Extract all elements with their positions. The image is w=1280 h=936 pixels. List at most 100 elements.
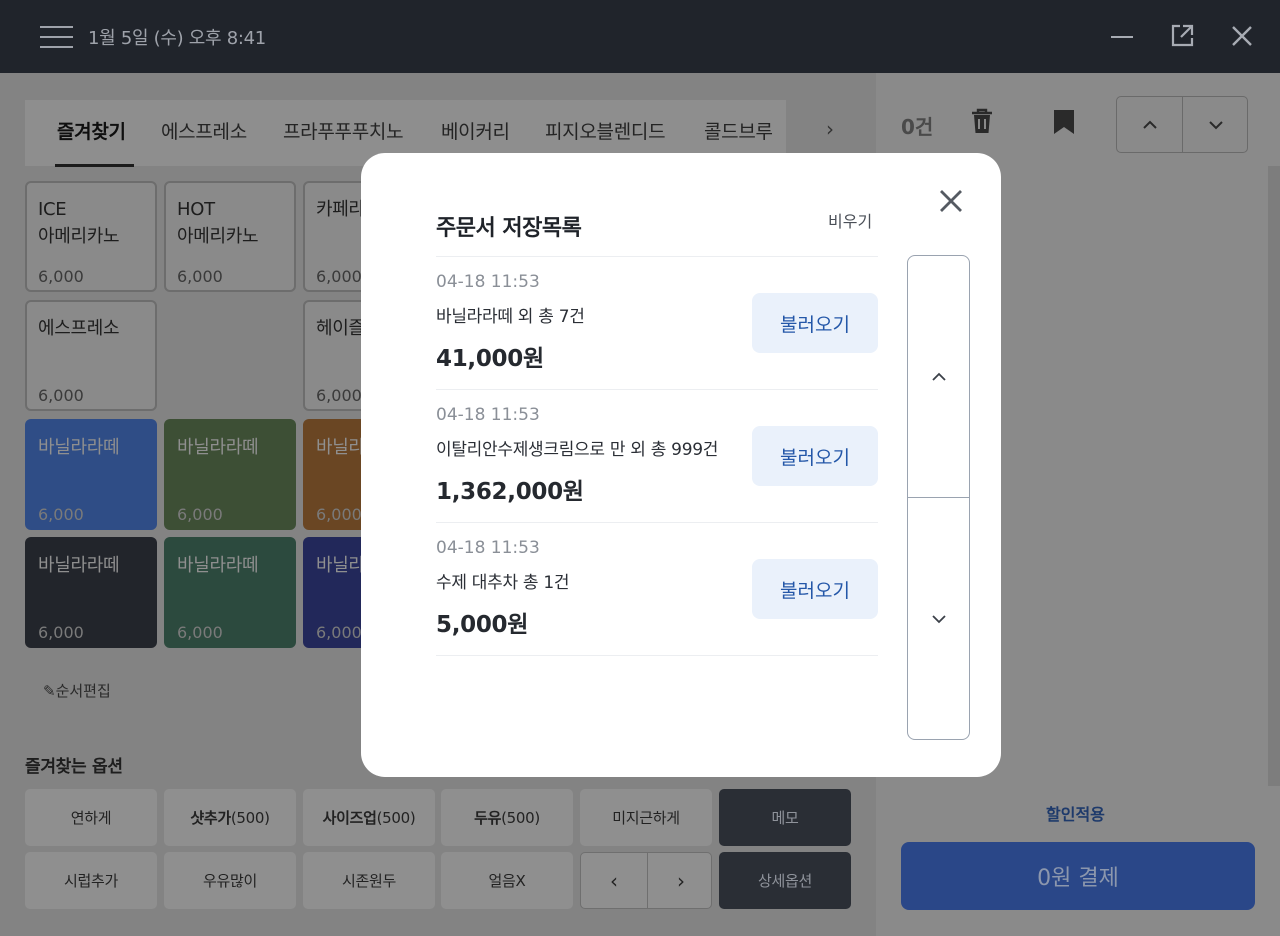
option-label: 두유 (474, 809, 502, 827)
menu-tile-name: 카페라 (316, 199, 365, 220)
order-amount: 41,000원 (436, 346, 544, 372)
pencil-icon: ✎ (43, 682, 56, 700)
menu-tile[interactable]: 바닐라라떼 6,000 (164, 537, 296, 648)
option-prev-icon[interactable]: ‹ (581, 853, 647, 908)
saved-order-item: 04-18 11:53 이탈리안수제생크림으로 만 외 총 999건 1,362… (436, 389, 878, 522)
menu-tile-price: 6,000 (316, 505, 362, 524)
cart-scroll-buttons (1116, 96, 1248, 153)
menu-tile-price: 6,000 (38, 386, 84, 405)
tab-bakery[interactable]: 베이커리 (441, 117, 510, 144)
menu-tile-name: 바닐라 (316, 555, 365, 576)
option-button[interactable]: 연하게 (25, 789, 157, 846)
menu-tile-price: 6,000 (38, 505, 84, 524)
menu-tile-price: 6,000 (38, 267, 84, 286)
tab-espresso[interactable]: 에스프레소 (161, 117, 247, 144)
order-time: 04-18 11:53 (436, 538, 540, 558)
option-button[interactable]: 샷추가 (500) (164, 789, 296, 846)
pay-button[interactable]: 0원 결제 (901, 842, 1255, 910)
list-divider (436, 655, 878, 656)
option-label: 미지근하게 (612, 809, 680, 827)
menu-tile-price: 6,000 (316, 386, 362, 405)
detail-options-button[interactable]: 상세옵션 (719, 852, 851, 909)
order-amount: 5,000원 (436, 612, 529, 638)
order-description: 이탈리안수제생크림으로 만 외 총 999건 (436, 440, 719, 460)
trash-icon[interactable] (969, 107, 995, 139)
chevron-up-icon[interactable] (1117, 97, 1183, 152)
memo-button[interactable]: 메모 (719, 789, 851, 846)
option-label: 시럽추가 (63, 872, 118, 890)
option-label: 연하게 (70, 809, 112, 827)
cart-scrollbar[interactable] (1268, 166, 1280, 786)
menu-tile-price: 6,000 (316, 267, 362, 286)
tab-frappuccino[interactable]: 프라푸푸푸치노 (283, 117, 404, 144)
option-label: 시존원두 (341, 872, 396, 890)
menu-tile[interactable]: ICE 아메리카노 6,000 (25, 181, 157, 292)
load-order-button[interactable]: 불러오기 (752, 559, 878, 619)
order-amount: 1,362,000원 (436, 479, 584, 505)
menu-tile-price: 6,000 (38, 623, 84, 642)
option-button[interactable]: 시럽추가 (25, 852, 157, 909)
order-description: 수제 대추차 총 1건 (436, 573, 570, 593)
option-button[interactable]: 미지근하게 (580, 789, 712, 846)
apply-discount-link[interactable]: 할인적용 (1046, 801, 1105, 825)
close-icon[interactable] (936, 186, 966, 216)
load-order-button[interactable]: 불러오기 (752, 426, 878, 486)
menu-tile-price: 6,000 (177, 267, 223, 286)
menu-tile[interactable]: HOT 아메리카노 6,000 (164, 181, 296, 292)
menu-tile[interactable]: 바닐라라떼 6,000 (25, 537, 157, 648)
option-button[interactable]: 두유 (500) (441, 789, 573, 846)
tab-cold-brew[interactable]: 콜드브루 (704, 117, 773, 144)
option-label: 사이즈업 (322, 809, 377, 827)
option-button[interactable]: 사이즈업 (500) (303, 789, 435, 846)
active-tab-indicator (55, 164, 134, 167)
hamburger-menu-icon[interactable] (40, 26, 73, 48)
order-time: 04-18 11:53 (436, 405, 540, 425)
menu-tile[interactable]: 에스프레소 6,000 (25, 300, 157, 411)
scroll-up-icon[interactable] (908, 256, 969, 497)
window-close-icon[interactable] (1228, 22, 1256, 50)
menu-tile-name: 바닐라 (316, 437, 365, 458)
option-button[interactable]: 시존원두 (303, 852, 435, 909)
option-price: (500) (501, 808, 540, 827)
order-count: 0건 (901, 115, 934, 139)
menu-tile-name: 바닐라라떼 (38, 555, 120, 576)
bookmark-icon[interactable] (1052, 109, 1076, 139)
menu-tile[interactable]: 바닐라라떼 6,000 (164, 419, 296, 530)
scroll-down-icon[interactable] (908, 498, 969, 739)
saved-orders-modal: 주문서 저장목록 비우기 04-18 11:53 바닐라라떼 외 총 7건 41… (361, 153, 1001, 777)
menu-tile-name: 바닐라라떼 (177, 555, 259, 576)
clear-button[interactable]: 비우기 (828, 208, 872, 232)
title-bar: 1월 5일 (수) 오후 8:41 (0, 0, 1280, 73)
menu-tile[interactable]: 바닐라라떼 6,000 (25, 419, 157, 530)
tab-fizzio[interactable]: 피지오블렌디드 (545, 117, 666, 144)
saved-order-item: 04-18 11:53 바닐라라떼 외 총 7건 41,000원 불러오기 (436, 256, 878, 389)
modal-scroll-control (907, 255, 970, 740)
minimize-icon[interactable] (1108, 22, 1136, 50)
datetime-label: 1월 5일 (수) 오후 8:41 (88, 28, 266, 49)
option-label: 상세옵션 (757, 872, 812, 890)
popout-icon[interactable] (1168, 22, 1196, 50)
chevron-down-icon[interactable] (1183, 97, 1249, 152)
option-price: (500) (376, 808, 416, 827)
load-order-button[interactable]: 불러오기 (752, 293, 878, 353)
order-time: 04-18 11:53 (436, 272, 540, 292)
menu-tile-name: 에스프레소 (38, 318, 120, 339)
option-label: 우유많이 (202, 872, 257, 890)
option-label: 메모 (771, 809, 799, 827)
tab-favorites[interactable]: 즐겨찾기 (57, 117, 126, 144)
menu-tile-price: 6,000 (177, 623, 223, 642)
menu-tile-name: 바닐라라떼 (38, 437, 120, 458)
menu-tile-price: 6,000 (177, 505, 223, 524)
menu-tile-name: ICE 아메리카노 (38, 199, 120, 247)
option-button[interactable]: 얼음X (441, 852, 573, 909)
option-next-icon[interactable]: › (648, 853, 714, 908)
option-pager: ‹ › (580, 852, 712, 909)
category-next-icon[interactable]: › (826, 117, 834, 141)
favorite-options-title: 즐겨찾는 옵션 (25, 757, 123, 777)
modal-title: 주문서 저장목록 (436, 216, 582, 241)
menu-tile-name: 바닐라라떼 (177, 437, 259, 458)
option-button[interactable]: 우유많이 (164, 852, 296, 909)
menu-tile-price: 6,000 (316, 623, 362, 642)
order-description: 바닐라라떼 외 총 7건 (436, 307, 585, 327)
edit-order-button[interactable]: ✎순서편집 (43, 680, 111, 701)
